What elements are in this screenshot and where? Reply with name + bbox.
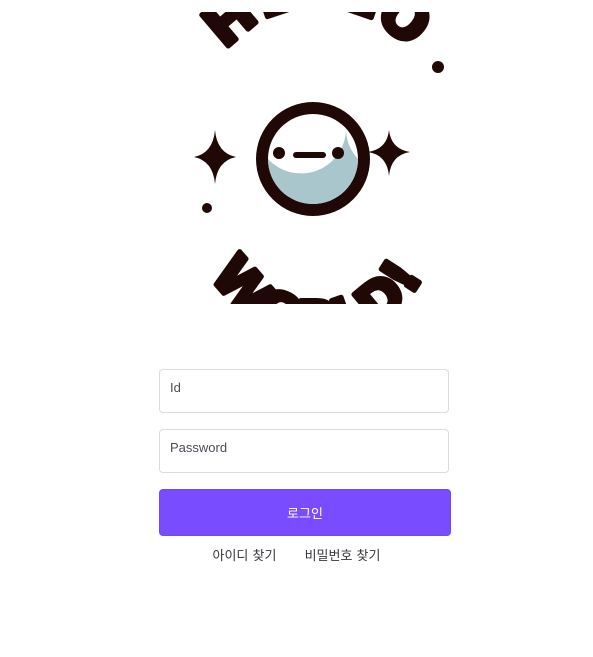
dot-top-right-icon [432,61,444,73]
smiley-face-icon [256,102,370,216]
login-button[interactable]: 로그인 [159,489,451,536]
sparkle-left-icon [194,130,236,184]
id-input[interactable] [160,370,448,412]
hello-world-logo: HELLO WORLD! [186,12,450,304]
find-id-link[interactable]: 아이디 찾기 [213,545,277,564]
dot-left-icon [202,203,212,213]
sparkle-right-icon [368,130,410,176]
id-field[interactable] [159,369,449,413]
logo-text-world: WORLD! [199,243,436,304]
password-field[interactable] [159,429,449,473]
find-password-link[interactable]: 비밀번호 찾기 [305,545,381,564]
logo-text-hello: HELLO [191,12,444,60]
account-links: 아이디 찾기 비밀번호 찾기 [0,545,593,564]
password-input[interactable] [160,430,448,472]
